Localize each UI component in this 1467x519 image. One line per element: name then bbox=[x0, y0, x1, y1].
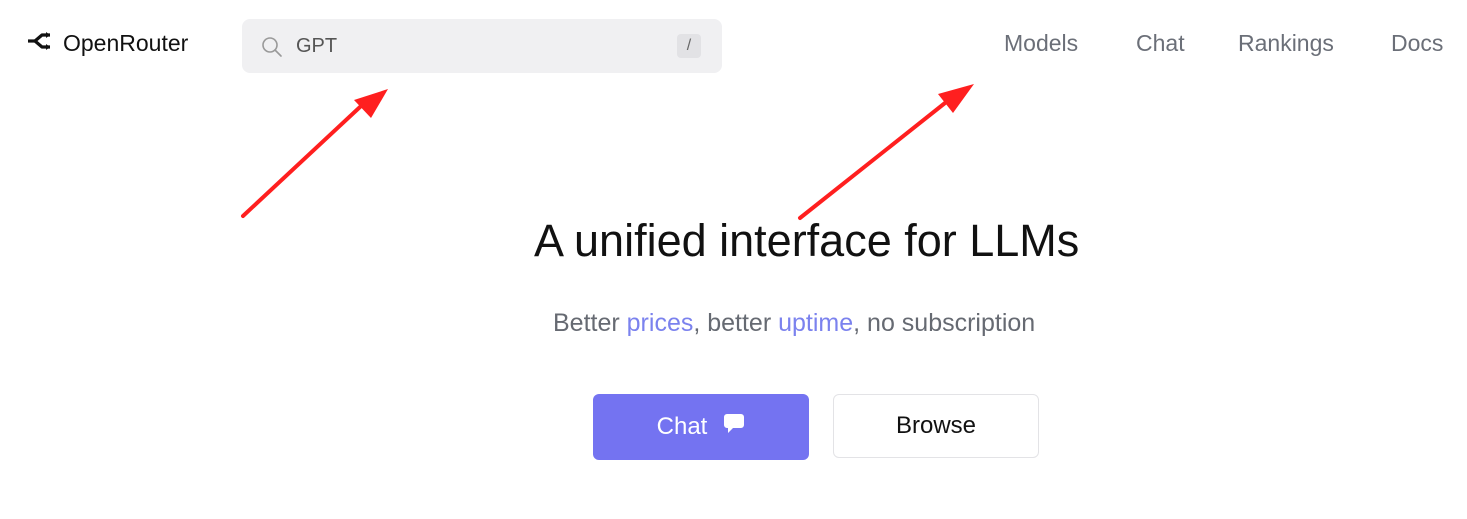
brand-name: OpenRouter bbox=[63, 30, 189, 56]
chat-bubble-icon bbox=[723, 413, 745, 441]
annotation-arrow-search bbox=[241, 89, 388, 218]
search-shortcut-hint: / bbox=[677, 34, 701, 58]
search-input[interactable] bbox=[296, 19, 676, 73]
chat-button-label: Chat bbox=[656, 413, 708, 440]
chat-button[interactable]: Chat bbox=[593, 394, 809, 460]
subtitle-text-1: Better bbox=[553, 309, 627, 337]
subtitle-text-2: , better bbox=[693, 309, 779, 337]
hero-subtitle: Better prices, better uptime, no subscri… bbox=[553, 309, 1035, 338]
hero-title: A unified interface for LLMs bbox=[534, 215, 1080, 266]
browse-button[interactable]: Browse bbox=[833, 394, 1039, 458]
nav-models[interactable]: Models bbox=[1004, 30, 1078, 57]
search-box[interactable]: / bbox=[242, 19, 722, 73]
page: OpenRouter / Models Chat Rankings Docs A… bbox=[0, 0, 1467, 519]
search-icon bbox=[261, 36, 283, 63]
uptime-link[interactable]: uptime bbox=[778, 309, 853, 337]
nav-docs[interactable]: Docs bbox=[1391, 30, 1443, 57]
subtitle-text-3: , no subscription bbox=[853, 309, 1036, 337]
nav-chat[interactable]: Chat bbox=[1136, 30, 1185, 57]
openrouter-logo-icon bbox=[27, 32, 51, 55]
brand-logo-link[interactable]: OpenRouter bbox=[27, 30, 188, 57]
nav-rankings[interactable]: Rankings bbox=[1238, 30, 1334, 57]
annotation-arrow-nav bbox=[798, 84, 974, 220]
prices-link[interactable]: prices bbox=[627, 309, 694, 337]
